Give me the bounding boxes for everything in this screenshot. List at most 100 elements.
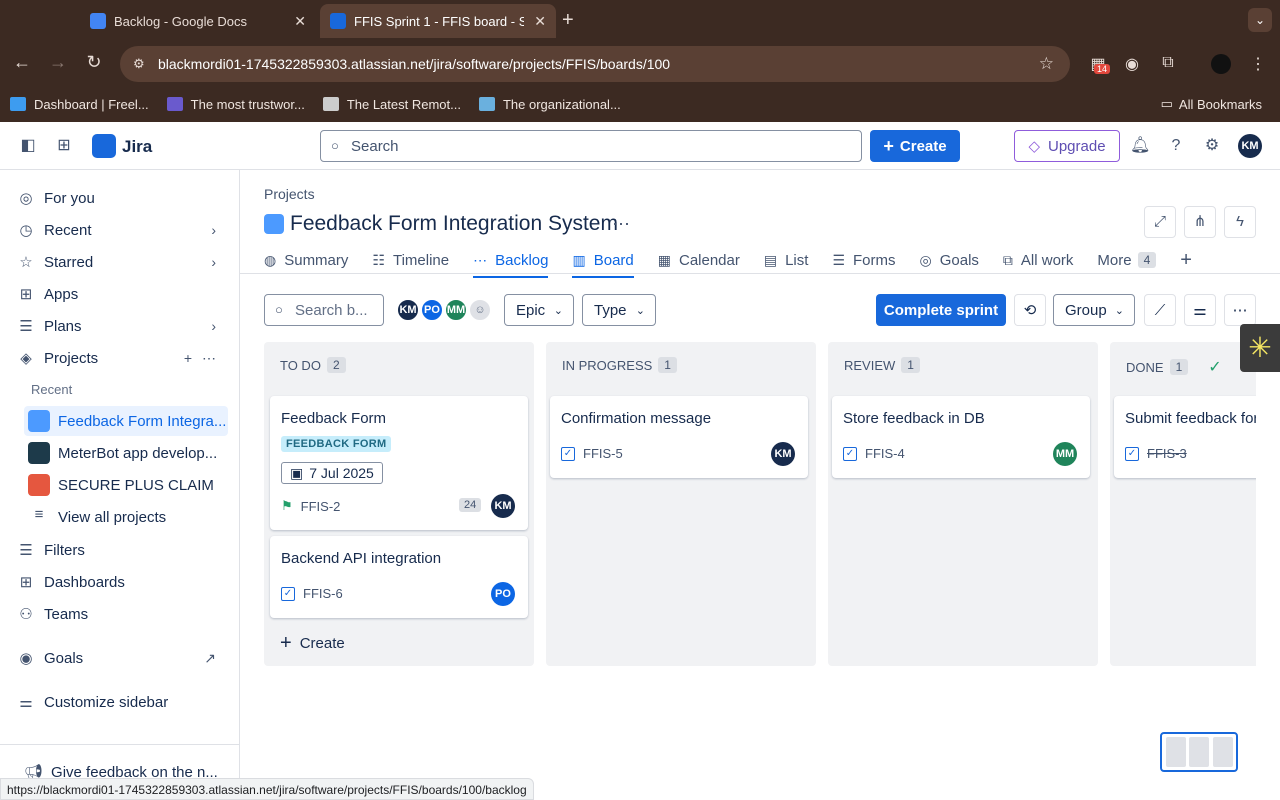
add-project-icon[interactable]: + (184, 350, 192, 366)
column-count: 2 (326, 357, 346, 373)
browser-tab-docs[interactable]: Backlog - Google Docs ✕ (80, 6, 316, 36)
column-review: REVIEW 1 Store feedback in DB ✓ FFIS-4 MM (828, 342, 1098, 666)
sidebar-item-starred[interactable]: ☆ Starred › (16, 248, 238, 276)
complete-sprint-button[interactable]: Complete sprint (876, 294, 1006, 326)
sidebar-project-ffis[interactable]: Feedback Form Integra... (24, 406, 228, 436)
sidebar: ◎ For you ◷ Recent › ☆ Starred › ⊞ Apps ☰ Plans… (0, 170, 240, 800)
issue-card-ffis-6[interactable]: Backend API integration ✓ FFIS-6 PO (270, 536, 528, 618)
all-bookmarks[interactable]: ▭ All Bookmarks (1161, 96, 1262, 112)
extension-icon[interactable]: ▦ 14 (1088, 54, 1111, 74)
tab-timeline[interactable]: ☷ Timeline (372, 248, 449, 272)
sidebar-project-secure[interactable]: SECURE PLUS CLAIM (24, 470, 228, 500)
issue-card-ffis-2[interactable]: Feedback Form FEEDBACK FORM ▣ 7 Jul 2025 … (270, 396, 528, 530)
sidebar-item-plans[interactable]: ☰ Plans › (16, 312, 238, 340)
user-avatar[interactable]: KM (1238, 134, 1262, 158)
globe-icon: ◍ (264, 251, 277, 268)
sidebar-project-meterbot[interactable]: MeterBot app develop... (24, 438, 228, 468)
profile-avatar[interactable] (1211, 54, 1231, 74)
close-tab-icon[interactable]: ✕ (534, 13, 546, 30)
tab-more[interactable]: More 4 (1097, 248, 1157, 272)
help-icon[interactable]: ? (1166, 136, 1186, 156)
epic-filter[interactable]: Epic ⌄ (504, 294, 574, 326)
settings-icon[interactable]: ⚙ (1202, 136, 1222, 156)
customize-sidebar[interactable]: ⚌ Customize sidebar (16, 688, 238, 716)
type-filter[interactable]: Type ⌄ (582, 294, 656, 326)
avatar-filter-mm[interactable]: MM (444, 298, 468, 322)
forward-icon[interactable]: → (46, 52, 70, 73)
reload-icon[interactable]: ↻ (82, 52, 106, 73)
close-tab-icon[interactable]: ✕ (294, 13, 306, 30)
upgrade-button[interactable]: ◇ Upgrade (1014, 130, 1120, 162)
automation-icon[interactable]: ϟ (1224, 206, 1256, 238)
assignee-avatar[interactable]: KM (771, 442, 795, 466)
issue-card-ffis-4[interactable]: Store feedback in DB ✓ FFIS-4 MM (832, 396, 1090, 478)
more-icon[interactable]: ⋯ (612, 214, 630, 235)
plans-icon: ☰ (19, 318, 33, 335)
tab-backlog[interactable]: ⋯ Backlog (473, 248, 549, 278)
notifications-icon[interactable]: 🔔︎ (1130, 136, 1150, 156)
address-bar[interactable]: ⚙ blackmordi01-1745322859303.atlassian.n… (120, 46, 1070, 82)
group-dropdown[interactable]: Group ⌄ (1053, 294, 1135, 326)
sidebar-item-apps[interactable]: ⊞ Apps (16, 280, 238, 308)
more-icon[interactable]: ⋯ (202, 350, 216, 367)
app-switcher-icon[interactable]: ⊞ (54, 136, 74, 156)
more-actions-icon[interactable]: ⋯ (1224, 294, 1256, 326)
assignee-avatar[interactable]: MM (1053, 442, 1077, 466)
tab-forms[interactable]: ☰ Forms (832, 248, 895, 272)
camera-icon[interactable]: ◉ (1122, 54, 1142, 74)
tab-calendar[interactable]: ▦ Calendar (658, 248, 740, 272)
create-issue-button[interactable]: + Create (280, 632, 345, 655)
add-tab-icon[interactable]: + (1180, 248, 1192, 272)
issue-card-ffis-3[interactable]: Submit feedback for ✓ FFIS-3 (1114, 396, 1256, 478)
tab-board[interactable]: ▥ Board (572, 248, 635, 278)
tab-summary[interactable]: ◍ Summary (264, 248, 348, 272)
sparkle-widget-icon[interactable]: ✳ (1240, 324, 1280, 372)
fullscreen-icon[interactable]: ⤢ (1144, 206, 1176, 238)
sync-icon[interactable]: ⟲ (1014, 294, 1046, 326)
unassigned-avatar-icon[interactable]: ☺ (468, 298, 492, 322)
bookmark-item[interactable]: The Latest Remot... (322, 97, 461, 112)
bookmark-item[interactable]: The organizational... (478, 97, 621, 112)
insights-icon[interactable]: ⟋ (1144, 294, 1176, 326)
task-checkbox-icon: ✓ (561, 446, 575, 461)
site-info-icon[interactable]: ⚙ (133, 56, 149, 72)
tab-goals[interactable]: ◎ Goals (920, 248, 979, 272)
sidebar-item-goals[interactable]: ◉ Goals ↗ (16, 644, 238, 672)
avatar-filter-po[interactable]: PO (420, 298, 444, 322)
puzzle-icon[interactable]: ⧉ (1158, 54, 1178, 74)
sidebar-item-filters[interactable]: ☰ Filters (16, 536, 238, 564)
bookmark-star-icon[interactable]: ☆ (1039, 54, 1054, 74)
bookmark-item[interactable]: The most trustwor... (166, 97, 305, 112)
avatar-filter-km[interactable]: KM (396, 298, 420, 322)
share-icon[interactable]: ⋔ (1184, 206, 1216, 238)
board-minimap[interactable] (1160, 732, 1238, 772)
minimap-column (1189, 737, 1209, 767)
sidebar-item-for-you[interactable]: ◎ For you (16, 184, 238, 212)
board-search-input[interactable]: ○ Search b... (264, 294, 384, 326)
bookmark-item[interactable]: Dashboard | Freel... (10, 97, 149, 112)
due-date: ▣ 7 Jul 2025 (281, 462, 383, 484)
breadcrumb[interactable]: Projects (264, 186, 315, 202)
tab-search-icon[interactable]: ⌄ (1248, 8, 1272, 32)
issue-card-ffis-5[interactable]: Confirmation message ✓ FFIS-5 KM (550, 396, 808, 478)
new-tab-button[interactable]: + (562, 10, 574, 30)
assignee-avatar[interactable]: KM (491, 494, 515, 518)
browser-tab-jira[interactable]: FFIS Sprint 1 - FFIS board - S ✕ (320, 4, 556, 38)
tab-all-work[interactable]: ⧉ All work (1003, 248, 1074, 272)
menu-icon[interactable]: ⋮ (1248, 54, 1268, 74)
back-icon[interactable]: ← (10, 52, 34, 73)
url-text: blackmordi01-1745322859303.atlassian.net… (158, 56, 671, 72)
sidebar-item-recent[interactable]: ◷ Recent › (16, 216, 238, 244)
jira-logo[interactable] (92, 134, 116, 158)
sidebar-item-projects[interactable]: ◈ Projects + ⋯ (16, 344, 238, 372)
create-button[interactable]: + Create (870, 130, 960, 162)
app-name[interactable]: Jira (122, 137, 152, 157)
assignee-avatar[interactable]: PO (491, 582, 515, 606)
sidebar-item-dashboards[interactable]: ⊞ Dashboards (16, 568, 238, 596)
sidebar-toggle-icon[interactable]: ◧ (18, 136, 38, 156)
global-search-input[interactable]: ○ Search (320, 130, 862, 162)
sidebar-item-teams[interactable]: ⚇ Teams (16, 600, 238, 628)
tab-list[interactable]: ▤ List (764, 248, 809, 272)
view-all-projects[interactable]: ≡ View all projects (24, 502, 228, 532)
view-settings-icon[interactable]: ⚌ (1184, 294, 1216, 326)
